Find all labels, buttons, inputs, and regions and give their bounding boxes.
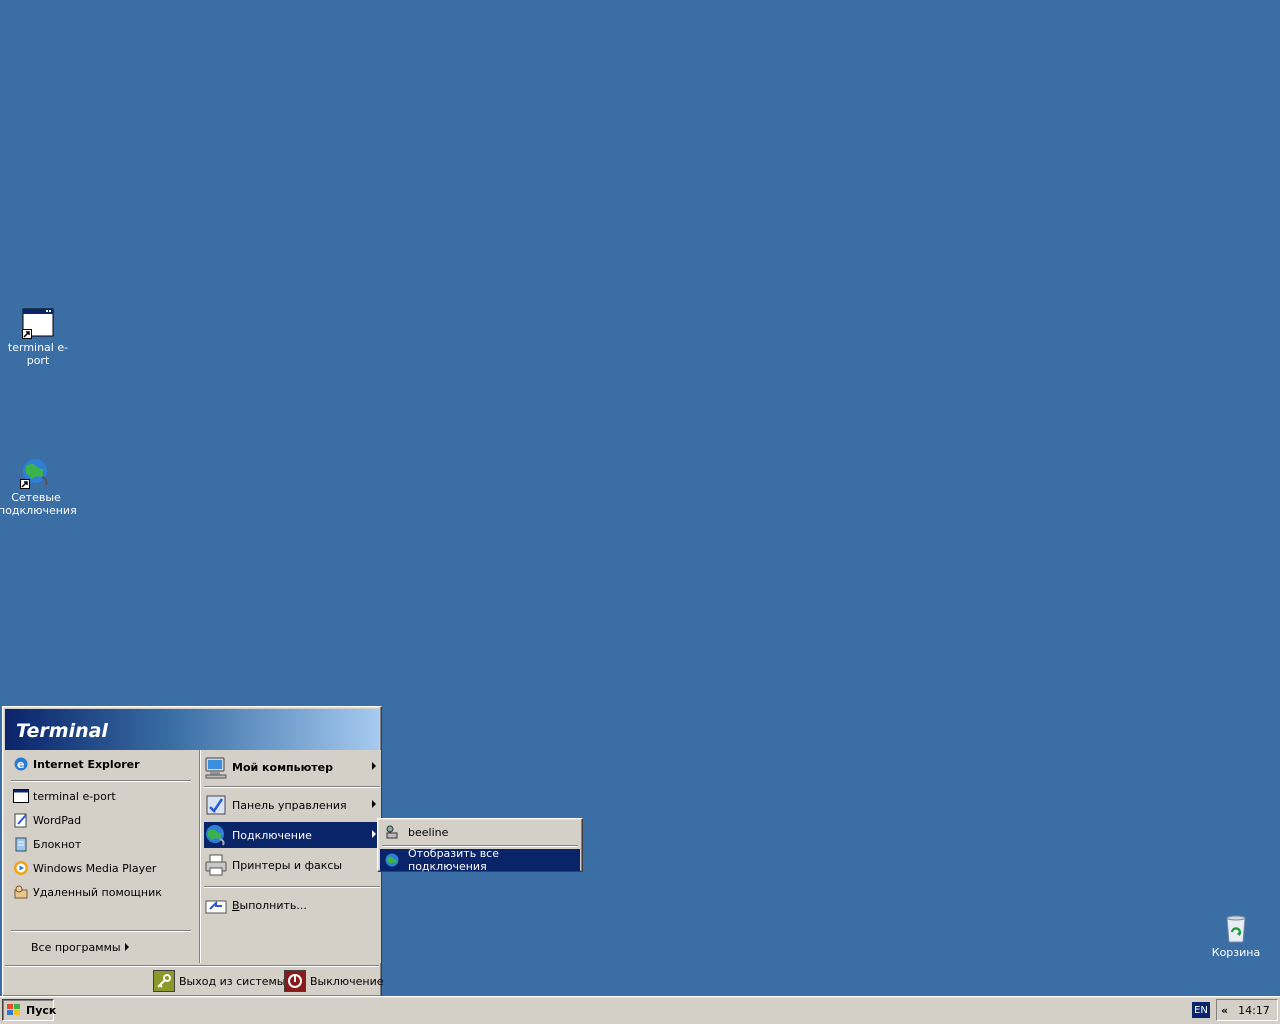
all-programs-label: Все программы [31, 940, 121, 954]
desktop-icon-terminal-eport[interactable]: terminal e-port [0, 307, 76, 367]
windows-flag-icon [6, 1003, 22, 1017]
network-globe-icon [384, 852, 400, 868]
system-tray: « 14:17 [1216, 999, 1278, 1021]
recent-windows-media-player[interactable]: Windows Media Player [13, 856, 193, 880]
submenu-item-show-all[interactable]: Отобразить все подключения [380, 847, 580, 873]
media-player-icon [13, 860, 29, 876]
desktop-icon-label: подключения [0, 504, 77, 517]
language-label: EN [1194, 1004, 1208, 1016]
logoff-label: Выход из системы [179, 974, 286, 988]
right-item-my-computer[interactable]: Мой компьютер [204, 754, 380, 780]
chevron-right-icon [372, 762, 376, 770]
remote-assistance-icon [13, 884, 29, 900]
clock[interactable]: 14:17 [1238, 1004, 1270, 1017]
svg-text:e: e [17, 758, 24, 771]
chevron-right-icon [125, 943, 129, 951]
start-menu-footer: Выход из системы Выключение [5, 965, 384, 995]
recent-notepad[interactable]: Блокнот [13, 832, 193, 856]
shutdown-label: Выключение [310, 974, 384, 988]
shortcut-arrow-icon [22, 329, 32, 339]
control-panel-icon [204, 793, 228, 817]
show-hidden-icons-button[interactable]: « [1221, 1004, 1228, 1017]
logoff-button[interactable]: Выход из системы [153, 969, 285, 993]
window-app-icon [22, 307, 54, 339]
printer-icon [204, 853, 228, 877]
start-menu-header: Terminal [5, 709, 379, 750]
start-menu-user-title: Terminal [16, 720, 108, 742]
power-icon [284, 970, 306, 992]
connect-submenu: beeline Отобразить все подключения [377, 818, 583, 873]
shutdown-button[interactable]: Выключение [284, 969, 384, 993]
internet-explorer-icon: e [13, 756, 29, 772]
notepad-icon [13, 836, 29, 852]
start-menu-right-pane: Мой компьютер Панель управления Подключе… [199, 750, 381, 963]
desktop-icon-label: Сетевые [11, 491, 61, 504]
start-button[interactable]: Пуск [2, 999, 57, 1021]
shortcut-arrow-icon [20, 479, 30, 489]
recent-remote-assistance[interactable]: Удаленный помощник [13, 880, 193, 904]
right-separator [204, 886, 380, 888]
all-programs-button[interactable]: Все программы [31, 935, 131, 959]
network-connections-icon [20, 457, 52, 489]
start-button-label: Пуск [26, 1003, 57, 1017]
menu-item-label: Блокнот [33, 837, 82, 851]
left-separator [11, 780, 191, 782]
menu-item-label: Панель управления [232, 798, 347, 812]
start-menu: Terminal e Internet Explorer terminal e-… [2, 706, 384, 997]
submenu-item-beeline[interactable]: beeline [380, 821, 580, 843]
pinned-internet-explorer[interactable]: e Internet Explorer [13, 752, 193, 776]
desktop-icon-recycle-bin[interactable]: Корзина [1198, 912, 1274, 959]
menu-item-label: terminal e-port [33, 789, 116, 803]
run-icon [204, 893, 228, 917]
right-item-run[interactable]: Выполнить... [204, 892, 380, 918]
menu-item-label: Принтеры и факсы [232, 858, 343, 872]
right-separator [204, 786, 380, 788]
chevron-right-icon [372, 800, 376, 808]
chevron-right-icon [372, 830, 376, 838]
desktop-icon-label: terminal e-port [7, 341, 69, 367]
start-menu-left-pane: e Internet Explorer terminal e-port Word… [5, 750, 197, 963]
key-icon [153, 970, 175, 992]
dialup-connection-icon [384, 824, 400, 840]
menu-item-label: Windows Media Player [33, 861, 157, 875]
submenu-item-label: beeline [408, 825, 449, 839]
window-app-icon [13, 788, 29, 804]
menu-item-label: Подключение [232, 828, 312, 842]
menu-item-label: Выполнить... [232, 898, 307, 912]
right-item-control-panel[interactable]: Панель управления [204, 792, 380, 818]
menu-item-label: WordPad [33, 813, 82, 827]
desktop-icon-label: Корзина [1211, 946, 1261, 959]
language-indicator[interactable]: EN [1192, 1002, 1210, 1018]
menu-item-label: Internet Explorer [33, 757, 140, 771]
submenu-item-label: Отобразить все подключения [408, 847, 499, 873]
my-computer-icon [204, 755, 228, 779]
recycle-bin-icon [1220, 912, 1252, 944]
network-globe-icon [204, 823, 228, 847]
wordpad-icon [13, 812, 29, 828]
taskbar: Пуск EN « 14:17 [0, 996, 1280, 1024]
desktop-icon-network-connections[interactable]: Сетевые подключения [0, 457, 77, 517]
right-item-printers[interactable]: Принтеры и факсы [204, 852, 380, 878]
recent-terminal-eport[interactable]: terminal e-port [13, 784, 193, 808]
menu-item-label: Мой компьютер [232, 760, 334, 774]
left-separator [11, 930, 191, 932]
recent-wordpad[interactable]: WordPad [13, 808, 193, 832]
menu-item-label: Удаленный помощник [33, 885, 162, 899]
right-item-connect[interactable]: Подключение [204, 822, 380, 848]
